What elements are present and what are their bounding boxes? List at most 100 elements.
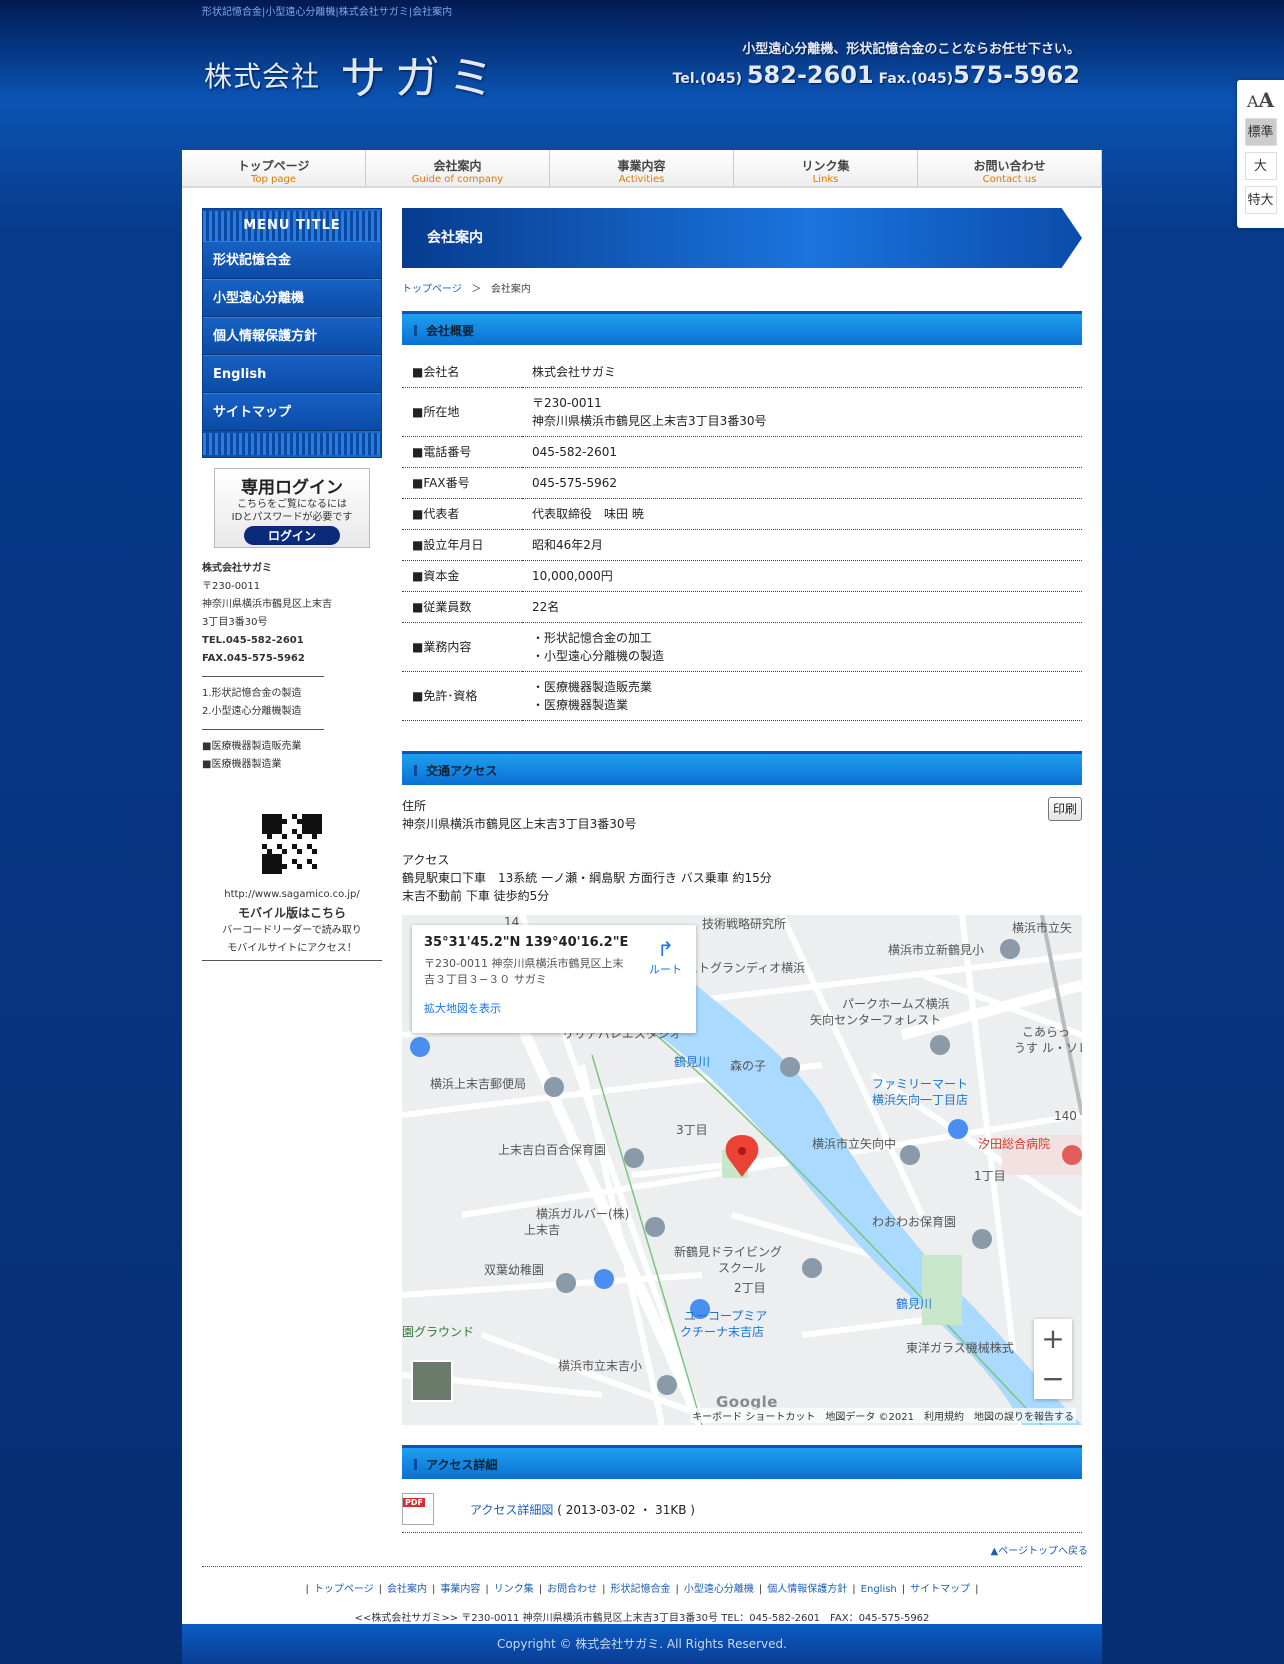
nav-company[interactable]: 会社案内 Guide of company — [366, 150, 550, 186]
font-large-button[interactable]: 大 — [1244, 152, 1277, 180]
overview-row: ■電話番号 045-582-2601 — [402, 436, 1082, 468]
font-standard-button[interactable]: 標準 — [1244, 118, 1277, 146]
login-button[interactable]: ログイン — [243, 526, 340, 545]
copyright: Copyright © 株式会社サガミ. All Rights Reserved… — [182, 1624, 1102, 1664]
nav-label: トップページ — [237, 159, 310, 173]
map-place-label: 140 — [1054, 1109, 1077, 1123]
footer-nav-separator: | — [305, 1584, 309, 1595]
nav-label: お問い合わせ — [973, 159, 1046, 173]
section-heading-overview: 会社概要 — [402, 311, 1082, 345]
download-text: アクセス詳細図 ( 2013-03-02 ・ 31KB ) — [470, 1501, 695, 1518]
map-footer[interactable]: キーボード ショートカット 地図データ ©2021 利用規約 地図の誤りを報告す… — [690, 1408, 1076, 1423]
address-value: 神奈川県横浜市鶴見区上末吉3丁目3番30号 — [402, 817, 637, 831]
nav-label: リンク集 — [801, 159, 850, 173]
overview-value-line: 22名 — [532, 600, 560, 614]
page-title: 会社案内 — [402, 208, 1082, 268]
overview-value-line: 昭和46年2月 — [532, 538, 603, 552]
footer-nav-link[interactable]: サイトマップ — [910, 1584, 970, 1595]
map-info-popup: 35°31'45.2"N 139°40'16.2"E 〒230-0011 神奈川… — [412, 925, 696, 1033]
overview-row: ■設立年月日 昭和46年2月 — [402, 529, 1082, 561]
tel-label: Tel.(045) — [672, 71, 742, 87]
overview-value-line: 10,000,000円 — [532, 569, 613, 583]
overview-key: ■FAX番号 — [402, 467, 522, 499]
access-detail-link[interactable]: アクセス詳細図 — [470, 1503, 553, 1517]
page-top-link[interactable]: ▲ページトップへ戻る — [991, 1542, 1089, 1557]
footer-nav-link[interactable]: 個人情報保護方針 — [767, 1584, 847, 1595]
section-heading-detail: アクセス詳細 — [402, 1445, 1082, 1479]
map-place-label: 鶴見川 — [896, 1297, 933, 1311]
login-title: 専用ログイン — [241, 478, 343, 498]
divider — [202, 676, 324, 677]
footer-nav-link[interactable]: 小型遠心分離機 — [684, 1584, 754, 1595]
sidebar: MENU TITLE 形状記憶合金 小型遠心分離機 個人情報保護方針 Engli… — [202, 208, 382, 961]
nav-contact[interactable]: お問い合わせ Contact us — [918, 150, 1102, 186]
overview-value: 045-575-5962 — [522, 467, 1082, 499]
mobile-desc-2: モバイルサイトにアクセス！ — [227, 943, 357, 954]
overview-value-line: ・小型遠心分離機の製造 — [532, 649, 665, 663]
side-item-english[interactable]: English — [203, 355, 381, 393]
overview-key: ■所在地 — [402, 387, 522, 437]
nav-links[interactable]: リンク集 Links — [734, 150, 918, 186]
breadcrumb-home[interactable]: トップページ — [402, 284, 462, 295]
map-place-label: 横浜市立矢 — [1012, 921, 1073, 935]
footer-nav-link[interactable]: トップページ — [314, 1584, 374, 1595]
overview-key: ■代表者 — [402, 498, 522, 530]
footer-nav-link[interactable]: リンク集 — [494, 1584, 534, 1595]
map-place-label: クチーナ末吉店 — [680, 1325, 765, 1339]
side-item-shape-memory[interactable]: 形状記憶合金 — [203, 241, 381, 279]
overview-value: 22名 — [522, 591, 1082, 623]
footer-nav-separator: | — [602, 1584, 606, 1595]
font-xlarge-button[interactable]: 特大 — [1244, 186, 1277, 214]
login-banner[interactable]: 専用ログイン こちらをご覧になるには IDとパスワードが必要です ログイン — [214, 468, 370, 548]
footer-nav-link[interactable]: 形状記憶合金 — [611, 1584, 671, 1595]
overview-value-line: 代表取締役 味田 暁 — [532, 507, 644, 521]
google-map[interactable]: 技術戦略研究所 横浜市立矢 横浜市立新鶴見小 レストグランディオ横浜 パークホームズ横浜… — [402, 915, 1082, 1425]
map-place-label: 新鶴見ドライビング — [674, 1245, 783, 1259]
footer-nav-link[interactable]: 事業内容 — [440, 1584, 480, 1595]
nav-sublabel: Activities — [618, 174, 665, 185]
nav-sublabel: Top page — [250, 174, 297, 185]
nav-label: 会社案内 — [433, 159, 482, 173]
map-place-label: パークホームズ横浜 — [842, 997, 950, 1011]
login-desc-2: IDとパスワードが必要です — [231, 512, 353, 523]
section-heading-access: 交通アクセス — [402, 751, 1082, 785]
footer-nav-separator: | — [432, 1584, 436, 1595]
map-enlarge-link[interactable]: 拡大地図を表示 — [424, 1000, 684, 1016]
font-size-icon: AA — [1246, 88, 1275, 112]
side-item-privacy[interactable]: 個人情報保護方針 — [203, 317, 381, 355]
site-logo[interactable]: 株式会社 サガミ — [204, 42, 502, 108]
header-slogan: 小型遠心分離機、形状記憶合金のことならお任せ下さい。 — [742, 42, 1080, 57]
nav-label: 事業内容 — [617, 159, 666, 173]
pdf-icon: PDF — [402, 1493, 434, 1525]
map-route-button[interactable]: ↱ ルート — [649, 937, 682, 977]
nav-top[interactable]: トップページ Top page — [182, 150, 366, 186]
zoom-out-button[interactable]: − — [1034, 1359, 1072, 1399]
map-zoom-control: + − — [1034, 1319, 1072, 1399]
nav-sublabel: Guide of company — [411, 174, 504, 185]
print-button[interactable]: 印刷 — [1047, 797, 1082, 821]
mobile-info: http://www.sagamico.co.jp/ モバイル版はこちら バーコ… — [202, 886, 382, 961]
overview-value-line: ・医療機器製造業 — [532, 698, 629, 712]
overview-row: ■業務内容 ・形状記憶合金の加工 ・小型遠心分離機の製造 — [402, 622, 1082, 672]
footer-nav-separator: | — [538, 1584, 543, 1595]
zoom-in-button[interactable]: + — [1034, 1319, 1072, 1359]
footer-nav-link[interactable]: お問合わせ — [547, 1584, 597, 1595]
side-item-sitemap[interactable]: サイトマップ — [203, 393, 381, 431]
font-size-switcher: AA 標準 大 特大 — [1237, 80, 1284, 228]
nav-activities[interactable]: 事業内容 Activities — [550, 150, 734, 186]
page-container: トップページ Top page 会社案内 Guide of company 事業内容… — [182, 150, 1102, 1624]
overview-value-line: 045-582-2601 — [532, 445, 618, 459]
map-place-label: 森の子 — [730, 1059, 767, 1073]
overview-key: ■設立年月日 — [402, 529, 522, 561]
nav-sublabel: Links — [812, 174, 839, 185]
map-place-label: 東洋ガラス機械株式 — [906, 1341, 1014, 1355]
overview-value-line: 神奈川県横浜市鶴見区上末吉3丁目3番30号 — [532, 414, 767, 428]
breadcrumb-current: 会社案内 — [490, 284, 531, 295]
footer-nav-link[interactable]: English — [861, 1584, 897, 1595]
business-1: 1.形状記憶合金の製造 — [202, 688, 302, 699]
footer-nav-link[interactable]: 会社案内 — [387, 1584, 427, 1595]
map-place-label: 2丁目 — [734, 1281, 766, 1295]
overview-value: 株式会社サガミ — [522, 357, 1082, 388]
side-item-centrifuge[interactable]: 小型遠心分離機 — [203, 279, 381, 317]
overview-row: ■免許･資格 ・医療機器製造販売業 ・医療機器製造業 — [402, 671, 1082, 721]
